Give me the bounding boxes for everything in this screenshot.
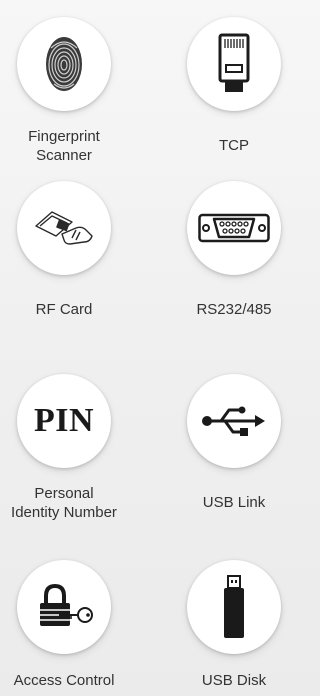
feature-label: TCP (144, 136, 320, 155)
rf-card-tap-icon (35, 211, 93, 245)
lock-and-key-icon (40, 583, 93, 626)
feature-icon-circle (187, 181, 281, 275)
label-line: RS232/485 (196, 301, 272, 318)
ethernet-rj45-icon (218, 33, 250, 92)
feature-icon-circle (17, 560, 111, 654)
usb-flash-drive-icon (224, 575, 244, 638)
label-line: RF Card (35, 301, 93, 318)
usb-symbol-icon (202, 406, 265, 436)
feature-icon-circle (187, 17, 281, 111)
label-line: Access Control (13, 672, 115, 689)
feature-label: Access Control (0, 671, 154, 690)
label-line: TCP (219, 137, 249, 154)
label-line: USB Disk (201, 672, 267, 689)
feature-label: RF Card (0, 300, 154, 319)
pin-text-icon: PIN (33, 402, 95, 439)
feature-label: USB Disk (144, 671, 320, 690)
serial-db9-port-icon (198, 213, 270, 243)
feature-icon-circle: PIN (17, 374, 111, 468)
label-line: Personal (34, 485, 94, 502)
feature-label: Personal Identity Number (0, 484, 154, 522)
feature-icon-circle (187, 374, 281, 468)
feature-icon-circle (187, 560, 281, 654)
feature-icon-circle (17, 181, 111, 275)
label-line: Identity Number (11, 504, 117, 521)
feature-label: RS232/485 (144, 300, 320, 319)
label-line: Scanner (36, 147, 92, 164)
label-line: USB Link (202, 494, 266, 511)
fingerprint-icon (46, 37, 82, 91)
label-line: Fingerprint (28, 128, 100, 145)
feature-label: USB Link (144, 493, 320, 512)
feature-icon-circle (17, 17, 111, 111)
feature-label: Fingerprint Scanner (0, 127, 154, 165)
